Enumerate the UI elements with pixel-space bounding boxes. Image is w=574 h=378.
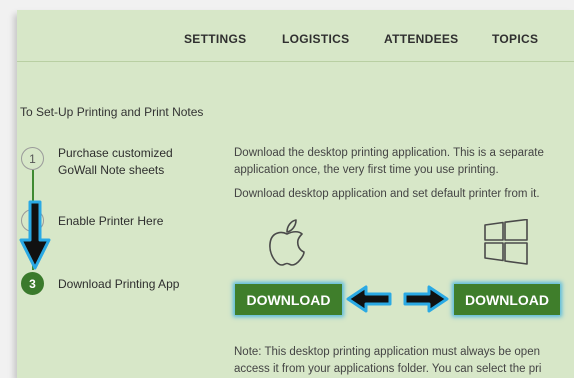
description-set-default-printer: Download desktop application and set def… — [234, 188, 540, 200]
step-1-label-line1: Purchase customized — [58, 146, 173, 160]
windows-icon — [484, 219, 528, 265]
step-2-label-line1: Enable Printer Here — [58, 214, 164, 228]
download-windows-button[interactable]: DOWNLOAD — [454, 284, 560, 315]
arrow-left-icon — [346, 285, 392, 313]
arrow-right-icon — [403, 285, 449, 313]
step-3-label[interactable]: Download Printing App — [58, 276, 179, 293]
section-title: To Set-Up Printing and Print Notes — [20, 105, 204, 119]
nav-topics[interactable]: TOPICS — [492, 32, 538, 46]
step-2-label[interactable]: Enable Printer Here — [58, 213, 163, 230]
step-3-label-line1: Download Printing App — [58, 277, 180, 291]
step-3-number: 3 — [29, 276, 36, 291]
arrow-down-icon — [19, 200, 51, 270]
nav-settings[interactable]: SETTINGS — [184, 32, 246, 46]
description-line-1: Download the desktop printing applicatio… — [234, 147, 544, 159]
note-line-1: Note: This desktop printing application … — [234, 346, 540, 358]
step-1-number: 1 — [29, 151, 36, 166]
step-1-circle[interactable]: 1 — [21, 147, 44, 170]
step-1-label-line2: GoWall Note sheets — [58, 163, 165, 177]
nav-attendees[interactable]: ATTENDEES — [384, 32, 458, 46]
note-line-2: access it from your applications folder.… — [234, 363, 542, 375]
step-3-circle[interactable]: 3 — [21, 272, 44, 295]
step-1-label[interactable]: Purchase customized GoWall Note sheets — [58, 145, 173, 179]
apple-icon — [269, 219, 305, 266]
description-line-2: application once, the very first time yo… — [234, 164, 499, 176]
nav-logistics[interactable]: LOGISTICS — [282, 32, 349, 46]
nav-divider — [17, 61, 574, 62]
download-mac-button[interactable]: DOWNLOAD — [235, 284, 342, 315]
